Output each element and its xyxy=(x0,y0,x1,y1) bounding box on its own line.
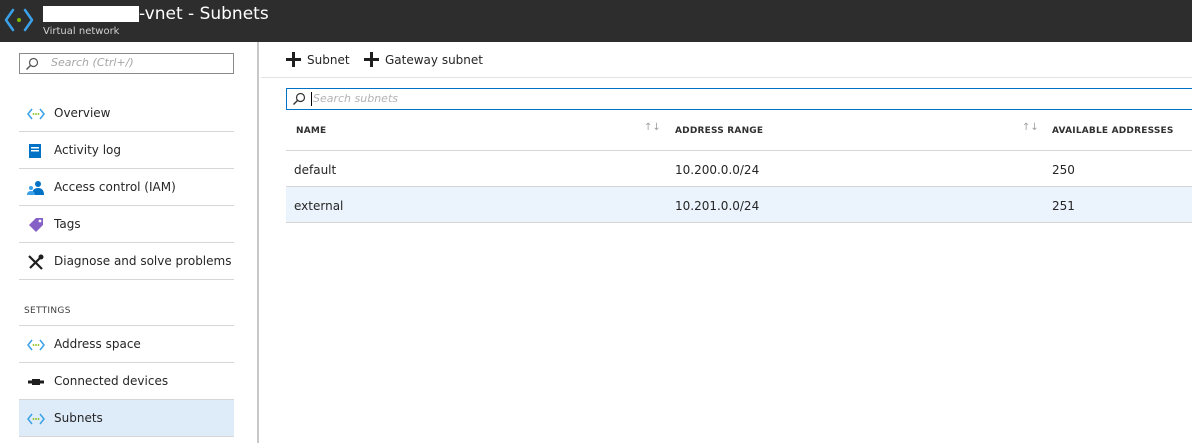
subnet-available-addresses: 251 xyxy=(1052,199,1075,213)
virtual-network-icon xyxy=(4,8,34,32)
sidebar-item-label: Connected devices xyxy=(54,374,169,388)
text-cursor xyxy=(311,92,312,106)
search-icon xyxy=(26,57,39,70)
sidebar-item-label: Overview xyxy=(54,106,111,120)
sidebar-search-input[interactable]: Search (Ctrl+/) xyxy=(19,53,234,74)
plus-icon xyxy=(286,52,301,67)
connected-devices-icon xyxy=(28,379,44,385)
overview-icon xyxy=(27,108,45,120)
search-subnets-input[interactable]: Search subnets xyxy=(286,88,1192,110)
sidebar-item-connected-devices[interactable]: Connected devices xyxy=(19,363,234,400)
sort-icon[interactable]: ↑↓ xyxy=(644,122,661,133)
main-content: Subnet Gateway subnet Search subnets NAM… xyxy=(261,42,1192,443)
subnet-available-addresses: 250 xyxy=(1052,163,1075,177)
sidebar-item-overview[interactable]: Overview xyxy=(19,95,234,132)
sidebar-item-label: Diagnose and solve problems xyxy=(54,254,232,268)
sidebar-item-label: Activity log xyxy=(54,143,121,157)
activity-log-icon xyxy=(29,144,41,158)
sidebar-item-access-control[interactable]: Access control (IAM) xyxy=(19,169,234,206)
app-header: -vnet - Subnets Virtual network xyxy=(0,0,1192,42)
subnet-address-range: 10.200.0.0/24 xyxy=(675,163,760,177)
sidebar-item-label: Tags xyxy=(54,217,81,231)
sidebar: Search (Ctrl+/) Overview Activity log Ac… xyxy=(0,42,259,443)
column-header-available-addresses[interactable]: AVAILABLE ADDRESSES xyxy=(1052,126,1174,136)
settings-section-label: SETTINGS xyxy=(24,306,71,316)
sidebar-item-subnets[interactable]: Subnets xyxy=(19,400,234,437)
sidebar-item-label: Address space xyxy=(54,337,141,351)
add-gateway-subnet-button[interactable]: Gateway subnet xyxy=(364,51,483,69)
add-gateway-subnet-label: Gateway subnet xyxy=(385,53,483,67)
table-header: NAME ↑↓ ADDRESS RANGE ↑↓ AVAILABLE ADDRE… xyxy=(286,114,1192,151)
command-bar: Subnet Gateway subnet xyxy=(261,42,1192,78)
sidebar-item-label: Subnets xyxy=(54,411,103,425)
tag-icon xyxy=(29,218,43,232)
page-subtitle: Virtual network xyxy=(43,26,120,37)
sidebar-item-tags[interactable]: Tags xyxy=(19,206,234,243)
table-row[interactable]: default 10.200.0.0/24 250 xyxy=(286,151,1192,187)
search-subnets-placeholder: Search subnets xyxy=(313,92,398,105)
sidebar-item-address-space[interactable]: Address space xyxy=(19,326,234,363)
column-header-address-range[interactable]: ADDRESS RANGE xyxy=(675,126,763,136)
subnets-icon xyxy=(27,413,45,425)
column-header-name[interactable]: NAME xyxy=(296,126,326,136)
subnet-name: external xyxy=(294,199,344,213)
sidebar-item-activity-log[interactable]: Activity log xyxy=(19,132,234,169)
add-subnet-button[interactable]: Subnet xyxy=(286,51,350,69)
page-title: -vnet - Subnets xyxy=(139,4,269,24)
wrench-icon xyxy=(28,254,44,270)
search-icon xyxy=(293,92,306,105)
sidebar-search-placeholder: Search (Ctrl+/) xyxy=(51,56,134,69)
redacted-name xyxy=(43,6,139,22)
subnet-name: default xyxy=(294,163,337,177)
address-space-icon xyxy=(27,339,45,351)
sort-icon[interactable]: ↑↓ xyxy=(1022,122,1039,133)
add-subnet-label: Subnet xyxy=(307,53,350,67)
sidebar-item-diagnose[interactable]: Diagnose and solve problems xyxy=(19,243,234,280)
access-control-icon xyxy=(27,181,44,195)
sidebar-item-label: Access control (IAM) xyxy=(54,180,176,194)
table-row[interactable]: external 10.201.0.0/24 251 xyxy=(286,187,1192,223)
plus-icon xyxy=(364,52,379,67)
subnets-table: NAME ↑↓ ADDRESS RANGE ↑↓ AVAILABLE ADDRE… xyxy=(286,114,1192,223)
subnet-address-range: 10.201.0.0/24 xyxy=(675,199,760,213)
